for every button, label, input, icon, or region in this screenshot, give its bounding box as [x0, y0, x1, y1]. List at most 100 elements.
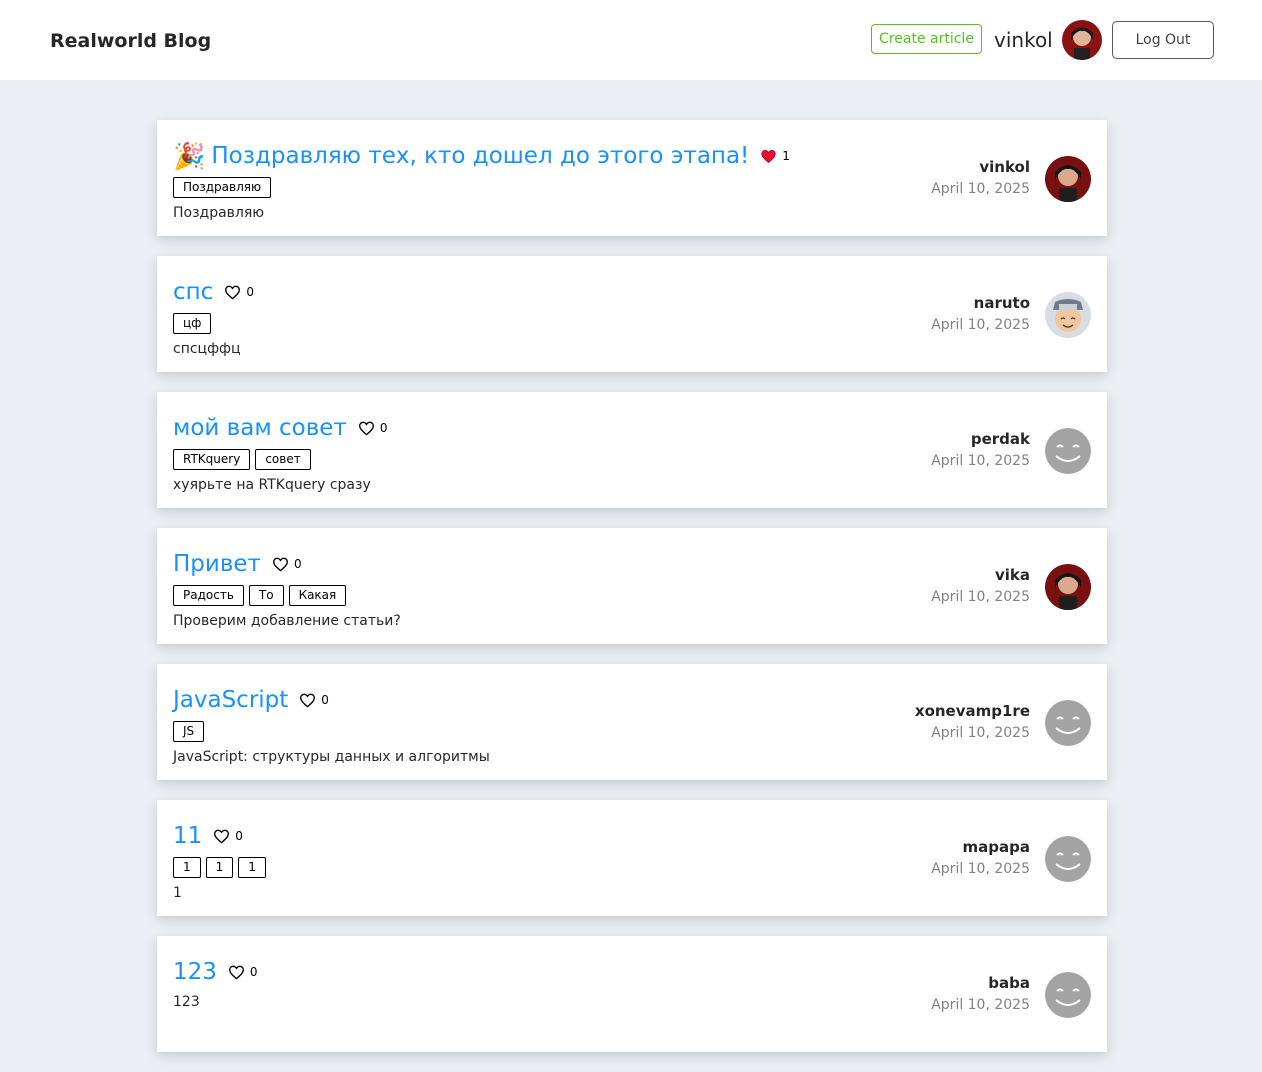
- article-description: 123: [173, 994, 200, 1010]
- article-description: JavaScript: структуры данных и алгоритмы: [173, 749, 490, 765]
- tag-list: цф: [173, 313, 847, 335]
- article-tag: Радость: [173, 585, 244, 606]
- article-title-link[interactable]: JavaScript: [173, 684, 288, 716]
- article-author: vinkol April 10, 2025: [931, 158, 1030, 197]
- article-content: 11 0 1 1 1 1: [173, 820, 847, 901]
- like-button[interactable]: 0: [299, 693, 329, 708]
- article-card: 123 0 123 baba April 10, 2025: [157, 936, 1107, 1052]
- article-date: April 10, 2025: [931, 997, 1030, 1013]
- article-date: April 10, 2025: [931, 589, 1030, 605]
- username[interactable]: vinkol: [994, 28, 1053, 52]
- article-title-row: спс 0: [173, 276, 847, 308]
- article-title-row: Привет 0: [173, 548, 847, 580]
- tag-list: 111: [173, 857, 847, 879]
- like-button[interactable]: 1: [760, 149, 790, 164]
- article-author: perdak April 10, 2025: [931, 430, 1030, 469]
- article-author: baba April 10, 2025: [931, 974, 1030, 1013]
- like-count: 1: [782, 149, 790, 163]
- like-button[interactable]: 0: [272, 557, 302, 572]
- article-title-row: 11 0: [173, 820, 847, 852]
- like-button[interactable]: 0: [213, 829, 243, 844]
- like-count: 0: [246, 285, 254, 299]
- heart-outline-icon[interactable]: [213, 829, 230, 844]
- article-content: спс 0 цф спсцффц: [173, 276, 847, 357]
- tag-list: JS: [173, 721, 847, 743]
- article-tag: Какая: [288, 585, 347, 606]
- article-date: April 10, 2025: [931, 453, 1030, 469]
- author-name: xonevamp1re: [914, 702, 1030, 720]
- article-tag: цф: [173, 313, 212, 334]
- article-author: naruto April 10, 2025: [931, 294, 1030, 333]
- article-title-link[interactable]: 123: [173, 956, 217, 988]
- like-button[interactable]: 0: [228, 965, 258, 980]
- article-card: JavaScript 0 JS JavaScript: структуры данны…: [157, 664, 1107, 780]
- author-name: vika: [994, 566, 1030, 584]
- author-avatar: [1045, 700, 1091, 746]
- article-tag: 1: [173, 857, 201, 878]
- heart-outline-icon[interactable]: [299, 693, 316, 708]
- article-description: 1: [173, 885, 182, 901]
- article-title-link[interactable]: Поздравляю тех, кто дошел до этого этапа…: [211, 140, 749, 172]
- article-description: Проверим добавление статьи?: [173, 613, 401, 629]
- article-title-link[interactable]: мой вам совет: [173, 412, 347, 444]
- user-avatar[interactable]: [1062, 20, 1102, 60]
- like-count: 0: [321, 693, 329, 707]
- tag-list: RTKquery совет: [173, 449, 847, 471]
- like-button[interactable]: 0: [224, 285, 254, 300]
- article-content: мой вам совет 0 RTKquery совет хуярьте на RT…: [173, 412, 847, 493]
- author-avatar: [1045, 156, 1091, 202]
- like-count: 0: [235, 829, 243, 843]
- article-list: 🎉 Поздравляю тех, кто дошел до этого этап…: [157, 120, 1107, 1072]
- article-author: xonevamp1re April 10, 2025: [915, 702, 1030, 741]
- article-tag: То: [248, 585, 284, 606]
- article-title-link[interactable]: спс: [173, 276, 213, 308]
- author-name: perdak: [970, 430, 1030, 448]
- article-card: 11 0 1 1 1 1 mapapa April 10, 2025: [157, 800, 1107, 916]
- author-avatar: [1045, 836, 1091, 882]
- like-count: 0: [379, 421, 388, 435]
- article-date: April 10, 2025: [931, 861, 1030, 877]
- article-card: Привет 0 Радость То Какая Проверим добавление…: [157, 528, 1107, 644]
- heart-outline-icon[interactable]: [272, 557, 289, 572]
- author-avatar: [1045, 972, 1091, 1018]
- tag-list: Радость То Какая: [173, 585, 847, 607]
- article-author: mapapa April 10, 2025: [931, 838, 1030, 877]
- like-button[interactable]: 0: [358, 421, 388, 436]
- heart-outline-icon[interactable]: [228, 965, 245, 980]
- article-tag: 1: [238, 857, 266, 878]
- article-title-link[interactable]: 11: [173, 820, 202, 852]
- app-header: Realworld Blog Create article vinkol Log…: [0, 0, 1262, 80]
- author-name: mapapa: [962, 838, 1030, 856]
- article-date: April 10, 2025: [931, 317, 1030, 333]
- brand-logo[interactable]: Realworld Blog: [50, 30, 211, 52]
- create-article-button[interactable]: Create article: [871, 24, 982, 54]
- logout-button[interactable]: Log Out: [1112, 21, 1214, 59]
- author-avatar: [1045, 564, 1091, 610]
- article-card: спс 0 цф спсцффц naruto April 10, 2025: [157, 256, 1107, 372]
- article-description: хуярьте на RTKquery сразу: [173, 477, 371, 493]
- article-tag: совет: [255, 449, 311, 470]
- article-date: April 10, 2025: [931, 725, 1030, 741]
- article-card: мой вам совет 0 RTKquery совет хуярьте на RT…: [157, 392, 1107, 508]
- article-date: April 10, 2025: [931, 181, 1030, 197]
- article-content: 123 0 123: [173, 956, 847, 1010]
- article-tag: 1: [205, 857, 234, 878]
- tag-list: Поздравляю: [173, 177, 847, 199]
- article-title-link[interactable]: Привет: [173, 548, 261, 580]
- article-content: 🎉 Поздравляю тех, кто дошел до этого этап…: [173, 140, 847, 221]
- like-count: 0: [249, 965, 258, 979]
- heart-outline-icon[interactable]: [224, 285, 241, 300]
- article-title-row: 🎉 Поздравляю тех, кто дошел до этого этап…: [173, 140, 847, 172]
- party-popper-icon: 🎉: [173, 141, 206, 171]
- author-name: vinkol: [979, 158, 1030, 176]
- article-author: vika April 10, 2025: [931, 566, 1030, 605]
- article-description: Поздравляю: [173, 205, 265, 221]
- article-content: Привет 0 Радость То Какая Проверим добавление…: [173, 548, 847, 629]
- heart-filled-icon[interactable]: [760, 149, 777, 164]
- article-description: спсцффц: [173, 341, 241, 357]
- article-title-row: JavaScript 0: [173, 684, 847, 716]
- heart-outline-icon[interactable]: [358, 421, 375, 436]
- author-avatar: [1045, 428, 1091, 474]
- article-card: 🎉 Поздравляю тех, кто дошел до этого этап…: [157, 120, 1107, 236]
- author-avatar: [1045, 292, 1091, 338]
